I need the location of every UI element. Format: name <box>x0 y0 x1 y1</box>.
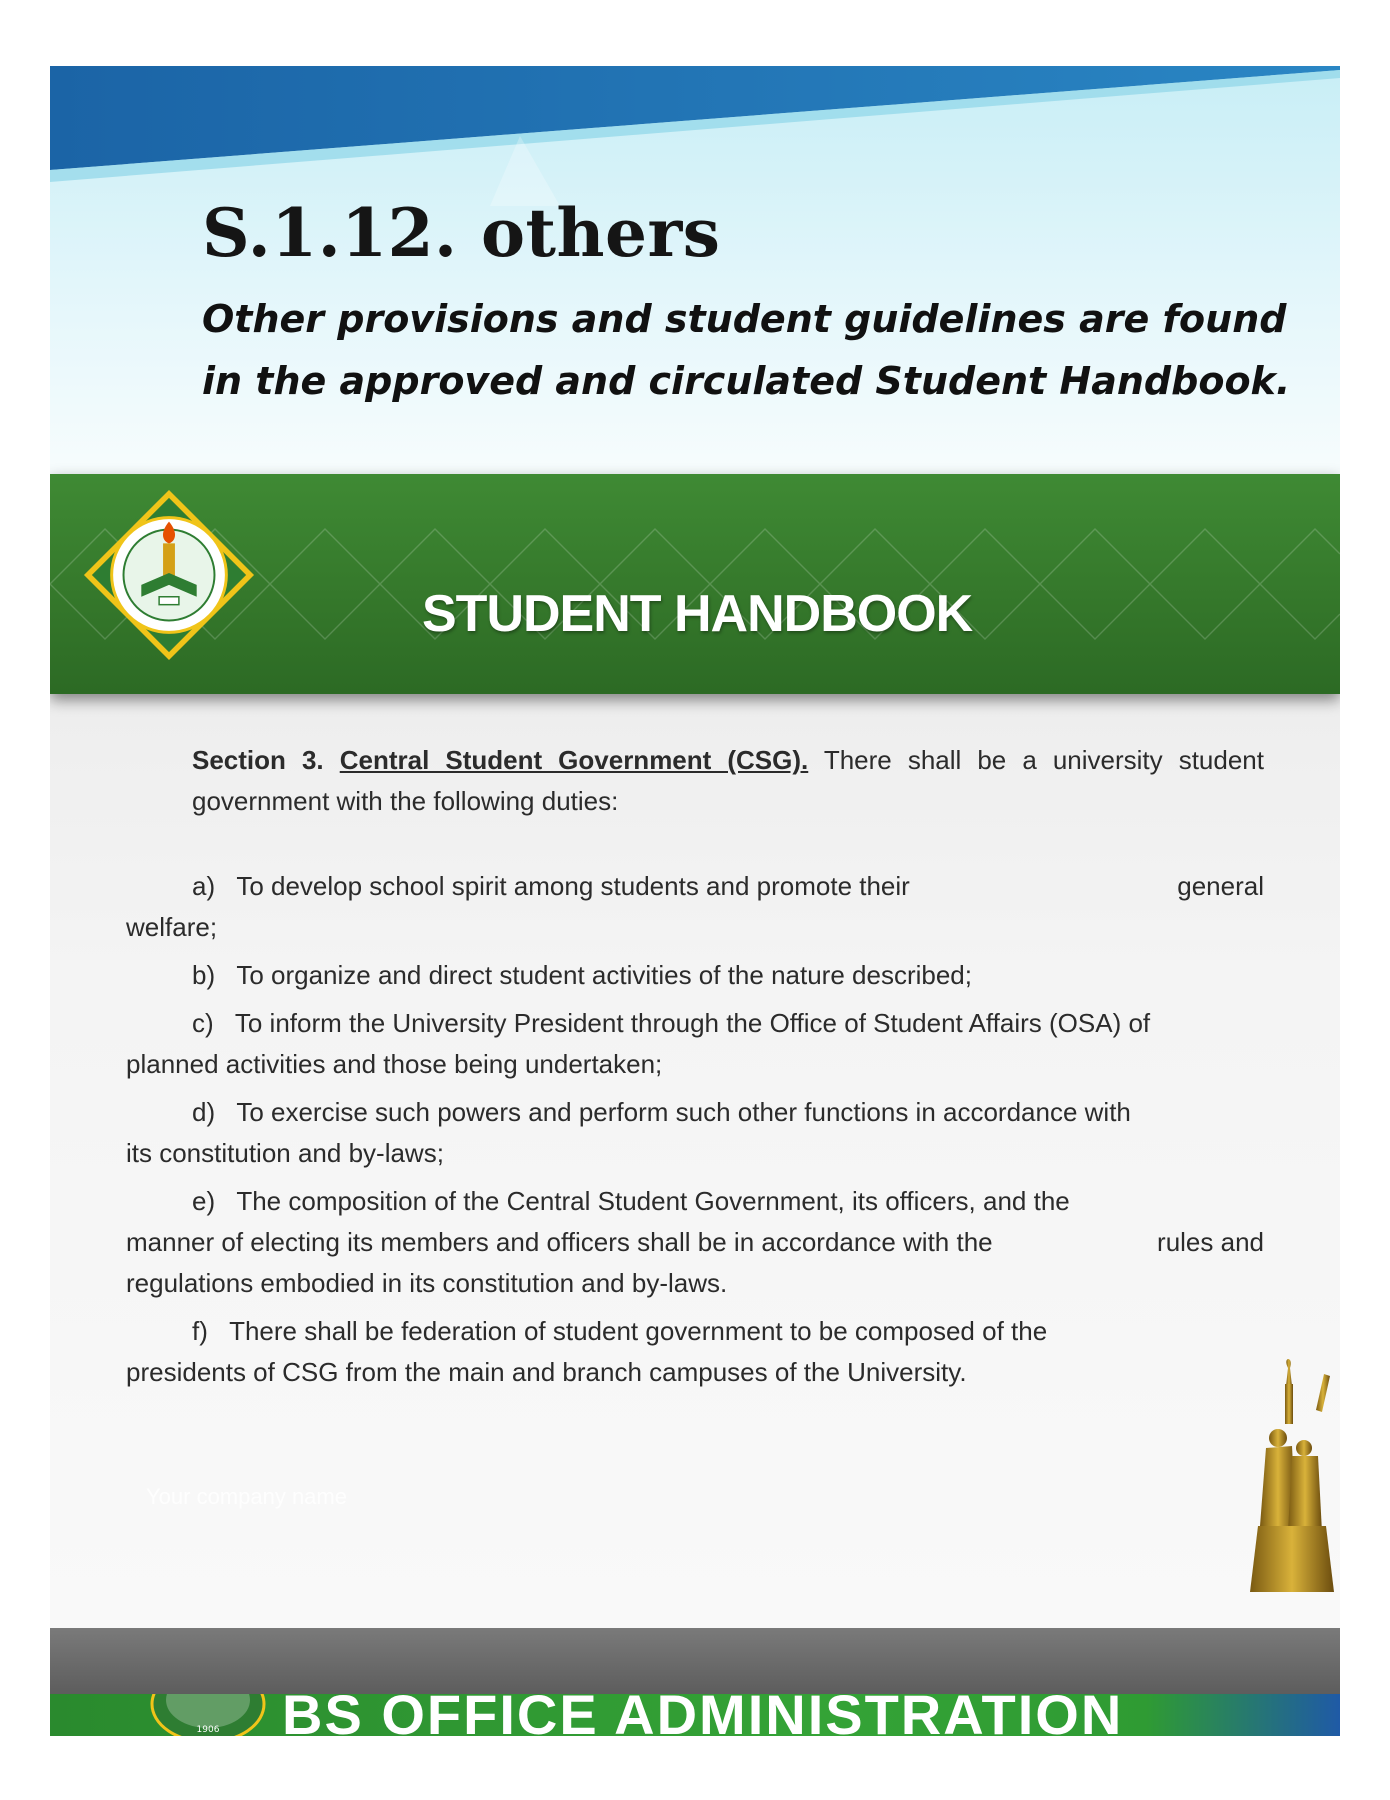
duty-text-a: To develop school spirit among students … <box>236 871 910 901</box>
duty-item-c: c) To inform the University President th… <box>126 1003 1264 1044</box>
university-seal-icon <box>83 489 255 661</box>
slide-subheading: Other provisions and student guidelines … <box>202 288 1302 412</box>
duty-line2-e: manner of electing its members and offic… <box>126 1222 1264 1263</box>
duty-continuation-a: welfare; <box>126 912 218 942</box>
subheading-line-2: in the approved and circulated Student H… <box>202 359 1291 403</box>
statue-icon <box>1250 1359 1334 1592</box>
footer-gray-bar <box>50 1628 1340 1694</box>
duty-item-b: b) To organize and direct student activi… <box>126 955 1264 996</box>
duty-item-e: e) The composition of the Central Studen… <box>126 1181 1264 1222</box>
program-banner: 1906 BS OFFICE ADMINISTRATION <box>50 1694 1340 1736</box>
section-title: Central Student Government (CSG). <box>339 745 809 775</box>
duty-continuation-e: regulations embodied in its constitution… <box>126 1268 728 1298</box>
handbook-excerpt-image: STUDENT HANDBOOK Section 3. Central Stud… <box>50 474 1340 1736</box>
seal-year: 1906 <box>197 1725 220 1735</box>
duty-trailing-a: general <box>1177 871 1264 901</box>
section-label: Section 3. <box>192 745 324 775</box>
slide: S.1.12. others Other provisions and stud… <box>50 66 1340 1736</box>
duty-line2-text-e: manner of electing its members and offic… <box>126 1227 993 1257</box>
slide-heading: S.1.12. others <box>202 194 721 272</box>
duty-item-d: d) To exercise such powers and perform s… <box>126 1092 1264 1133</box>
program-name: BS OFFICE ADMINISTRATION <box>282 1694 1124 1736</box>
university-seal-small-icon: 1906 <box>150 1694 266 1736</box>
duty-marker-f: f) <box>192 1316 208 1346</box>
duty-marker-d: d) <box>192 1097 216 1127</box>
duty-marker-c: c) <box>192 1008 214 1038</box>
duty-marker-e: e) <box>192 1186 216 1216</box>
handbook-title: STUDENT HANDBOOK <box>422 585 973 643</box>
duty-text-b: To organize and direct student activitie… <box>236 960 972 990</box>
duty-item-f: f) There shall be federation of student … <box>126 1311 1264 1352</box>
duty-text-c: To inform the University President throu… <box>234 1008 1151 1038</box>
duty-marker-a: a) <box>192 871 216 901</box>
duty-continuation-d: its constitution and by-laws; <box>126 1138 444 1168</box>
handbook-section-text: Section 3. Central Student Government (C… <box>126 740 1264 1393</box>
duty-text-e: The composition of the Central Student G… <box>236 1186 1070 1216</box>
duty-continuation-c: planned activities and those being under… <box>126 1049 663 1079</box>
section-intro-paragraph: Section 3. Central Student Government (C… <box>126 740 1264 822</box>
duty-text-f: There shall be federation of student gov… <box>229 1316 1048 1346</box>
duty-text-d: To exercise such powers and perform such… <box>236 1097 1131 1127</box>
duty-trailing-e: rules and <box>1157 1227 1264 1257</box>
duty-marker-b: b) <box>192 960 216 990</box>
subheading-line-1: Other provisions and student guidelines … <box>202 297 1287 341</box>
handbook-header: STUDENT HANDBOOK <box>50 474 1340 694</box>
duty-item-a: a) To develop school spirit among studen… <box>126 866 1264 907</box>
duty-continuation-f: presidents of CSG from the main and bran… <box>126 1357 967 1387</box>
company-name-placeholder: Your company name <box>146 1484 347 1509</box>
